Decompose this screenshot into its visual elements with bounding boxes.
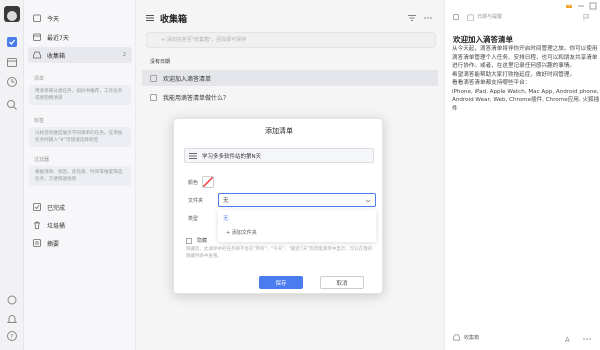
color-label: 颜色 — [188, 180, 199, 186]
app-window: ? 今天 最近7天 收集箱 2 清单 用清单来分类任务，如好书推荐，工作任务或者… — [0, 0, 600, 350]
svg-text:?: ? — [10, 333, 13, 340]
inbox-icon — [33, 51, 41, 59]
section-title-filters: 过滤器 — [34, 157, 50, 163]
sidebar-item-inbox[interactable]: 收集箱 2 — [28, 47, 132, 63]
list-name-input[interactable]: 学习多多软件站的第N天 — [184, 148, 374, 163]
add-list-dialog: 添加清单 学习多多软件站的第N天 颜色 文件夹 无 类型 无 + 添加文件夹 隐… — [173, 118, 383, 294]
save-button[interactable]: 保存 — [259, 276, 303, 289]
sidebar-item-label: 已完成 — [47, 204, 66, 212]
color-picker[interactable] — [202, 176, 214, 188]
hide-checkbox-row[interactable]: 隐藏 — [186, 237, 207, 244]
more-icon[interactable] — [583, 335, 591, 343]
chevron-down-icon — [365, 199, 371, 203]
detail-paragraph: 从今天起，滴答清单将伴你开启时间管理之旅。你可以使用滴答清单管理个人任务、安排日… — [452, 46, 598, 69]
sync-icon[interactable] — [6, 294, 18, 306]
calendar-icon[interactable] — [6, 56, 18, 68]
detail-paragraph: 希望滴答能帮助大家打败拖延症，做好时间管理。 — [452, 71, 576, 78]
detail-paragraph: iPhone, iPad, Apple Watch, Mac App, Andr… — [452, 88, 600, 112]
lists-tip: 用清单来分类任务，如好书推荐，工作任务或者购物清单 — [29, 85, 131, 105]
detail-footer: 收集箱 — [453, 334, 479, 341]
help-icon[interactable]: ? — [6, 330, 18, 342]
icon-rail: ? — [0, 0, 24, 350]
detail-paragraph: 看看滴答清单都支持哪些平台： — [452, 80, 531, 86]
tags-tip: 以标签的维度展示不同清单的任务。在添加任务时输入"#"可快速选择标签 — [29, 127, 131, 147]
sidebar-item-completed[interactable]: 已完成 — [28, 199, 132, 215]
type-label: 类型 — [188, 216, 199, 222]
sidebar-item-trash[interactable]: 垃圾桶 — [28, 217, 132, 233]
search-icon[interactable] — [6, 99, 18, 111]
inbox-count: 2 — [122, 52, 126, 58]
summary-icon — [33, 239, 41, 247]
sidebar-item-today[interactable]: 今天 — [28, 10, 132, 26]
section-title-lists: 清单 — [34, 76, 45, 82]
detail-toolbar: 日期与提醒 — [445, 13, 600, 25]
pomodoro-icon[interactable] — [6, 76, 18, 88]
sidebar-item-label: 今天 — [47, 15, 60, 23]
dropdown-option-none[interactable]: 无 — [223, 214, 229, 222]
trash-icon — [34, 221, 40, 229]
folder-value: 无 — [223, 198, 229, 204]
sidebar-item-label: 收集箱 — [47, 52, 66, 60]
sidebar-item-label: 摘要 — [47, 240, 60, 248]
avatar[interactable] — [4, 6, 20, 22]
filters-tip: 根据清单、标签、优先级、时间等维度筛选任务，方便快速找到 — [29, 166, 131, 186]
checkbox-icon[interactable] — [6, 36, 18, 48]
sidebar-item-summary[interactable]: 摘要 — [28, 235, 132, 251]
svg-text:A: A — [565, 336, 570, 343]
flag-icon[interactable] — [583, 14, 590, 21]
list-name-value: 学习多多软件站的第N天 — [202, 153, 262, 160]
hide-note: 隐藏后，此清单中的任务将不会在"所有"、"今天"、"最近7天"等智能清单中显示，… — [186, 247, 373, 259]
detail-content[interactable]: 从今天起，滴答清单将伴你开启时间管理之旅。你可以使用滴答清单管理个人任务、安排日… — [452, 45, 600, 113]
bell-icon[interactable] — [6, 313, 18, 325]
calendar-today-icon — [33, 14, 41, 22]
folder-label: 文件夹 — [188, 198, 204, 204]
sidebar: 今天 最近7天 收集箱 2 清单 用清单来分类任务，如好书推荐，工作任务或者购物… — [24, 0, 136, 350]
dropdown-option-add-folder[interactable]: + 添加文件夹 — [226, 229, 257, 236]
folder-select[interactable]: 无 — [218, 193, 376, 207]
sidebar-item-label: 最近7天 — [47, 34, 69, 42]
hide-checkbox[interactable] — [186, 237, 192, 244]
date-reminder-button[interactable]: 日期与提醒 — [477, 13, 502, 20]
window-restore-icon[interactable] — [589, 2, 597, 10]
list-icon — [189, 152, 197, 159]
crown-icon[interactable] — [565, 2, 573, 10]
detail-checkbox[interactable] — [453, 14, 459, 20]
dialog-title: 添加清单 — [265, 127, 293, 135]
sidebar-item-next7[interactable]: 最近7天 — [28, 29, 132, 45]
font-icon[interactable]: A — [565, 335, 573, 343]
calendar-icon — [467, 14, 474, 21]
hide-label: 隐藏 — [197, 238, 208, 244]
calendar-week-icon — [33, 33, 41, 41]
detail-list-name[interactable]: 收集箱 — [464, 334, 479, 341]
folder-dropdown: 无 + 添加文件夹 — [218, 210, 376, 242]
check-square-icon — [33, 203, 41, 211]
cancel-button[interactable]: 取消 — [320, 276, 364, 289]
minimize-icon[interactable] — [578, 3, 584, 9]
task-detail-panel: 日期与提醒 欢迎加入滴答清单 从今天起，滴答清单将伴你开启时间管理之旅。你可以使… — [444, 0, 600, 350]
section-title-tags: 标签 — [34, 118, 45, 124]
inbox-icon — [453, 334, 460, 341]
sidebar-item-label: 垃圾桶 — [47, 222, 66, 230]
detail-title[interactable]: 欢迎加入滴答清单 — [453, 34, 513, 45]
